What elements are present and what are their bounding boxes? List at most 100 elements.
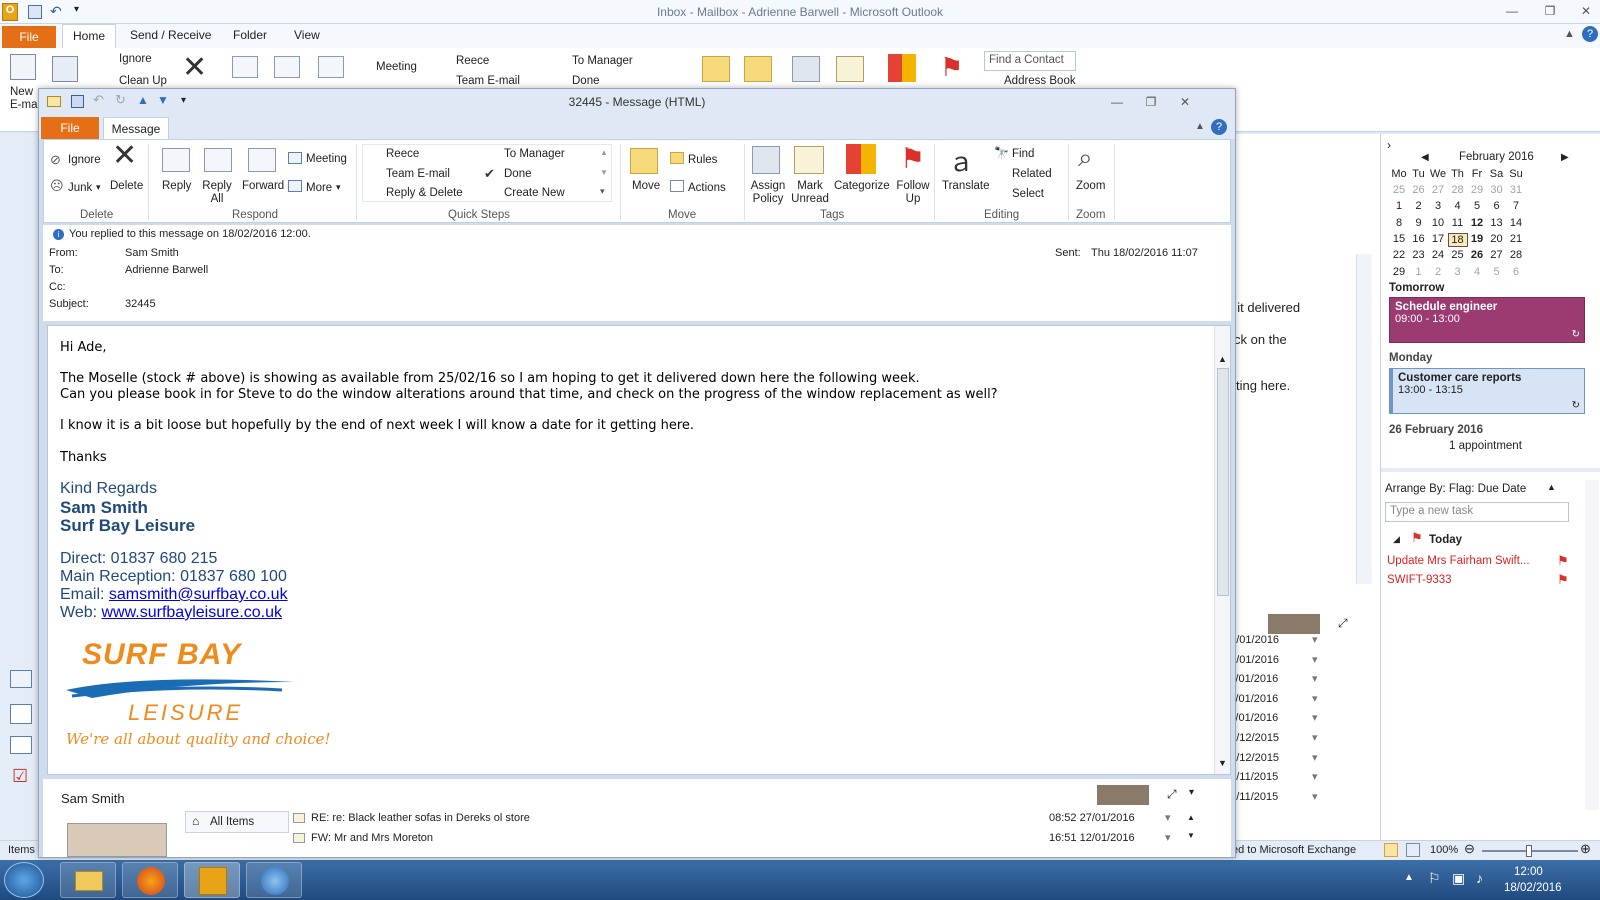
delete-x-icon[interactable]: ✕ [182,50,207,85]
calendar-day[interactable]: 22 [1389,249,1409,261]
firefox-taskbar-icon[interactable] [122,862,178,898]
clean-up-button-main[interactable]: Clean Up [119,75,167,87]
calendar-day[interactable]: 15 [1389,233,1409,245]
row-dropdown-icon[interactable]: ▾ [1312,711,1318,724]
tray-network-icon[interactable]: ▣ [1452,870,1465,887]
ie-taskbar-icon[interactable] [246,862,302,898]
calendar-day[interactable]: 1 [1409,266,1429,278]
calendar-day[interactable]: 28 [1506,249,1526,261]
translate-button[interactable]: Translate [942,180,990,192]
forward-button[interactable]: Forward [242,180,284,192]
calendar-day[interactable]: 5 [1487,266,1507,278]
qs-team-email-main[interactable]: Team E-mail [456,75,520,87]
new-email-button[interactable]: New E-ma [10,86,37,112]
rules-button[interactable]: Rules [688,154,717,166]
qs-expand-icon[interactable]: ▾ [600,186,605,197]
row-dropdown-icon[interactable]: ▾ [1165,811,1171,824]
calendar-day[interactable]: 20 [1487,233,1507,245]
mark-unread-button[interactable]: Mark Unread [790,180,830,206]
calendar-day[interactable]: 27 [1428,184,1448,196]
categorize-icon-main[interactable] [888,54,916,82]
qs-to-manager-main[interactable]: To Manager [572,55,633,67]
expand-people-icon[interactable]: ⤢ [1167,787,1177,802]
calendar-day[interactable]: 1 [1389,200,1409,212]
calendar-day[interactable]: 31 [1506,184,1526,196]
tasks-nav-icon[interactable]: ☑ [12,766,28,787]
unread-icon-main[interactable] [836,56,864,82]
help-icon[interactable]: ? [1211,119,1227,135]
calendar-day[interactable]: 9 [1409,217,1429,229]
calendar-day[interactable]: 18 [1447,232,1468,247]
actions-button[interactable]: Actions [688,182,726,194]
cal-prev-icon[interactable]: ◀ [1421,152,1429,163]
qs-create-new[interactable]: Create New [504,187,565,199]
calendar-day[interactable]: 29 [1389,266,1409,278]
calendar-day[interactable]: 28 [1448,184,1468,196]
row-dropdown-icon[interactable]: ▾ [1312,751,1318,764]
tab-folder[interactable]: Folder [233,28,267,42]
todo-scrollbar[interactable] [1585,480,1599,810]
tray-flag-icon[interactable]: ⚐ [1428,870,1441,887]
reply-button[interactable]: Reply [162,180,191,192]
row-dropdown-icon[interactable]: ▾ [1312,790,1318,803]
tab-view[interactable]: View [294,28,320,42]
reply-icon-main[interactable] [232,56,258,78]
row-dropdown-icon[interactable]: ▾ [1312,653,1318,666]
close-button[interactable]: ✕ [1576,4,1596,20]
row-dropdown-icon[interactable]: ▾ [1312,731,1318,744]
row-dropdown-icon[interactable]: ▾ [1312,633,1318,646]
cal-next-icon[interactable]: ▶ [1561,152,1569,163]
categorize-icon[interactable] [846,144,876,174]
calendar-day[interactable]: 7 [1506,200,1526,212]
collapse-people-icon[interactable]: ▾ [1189,787,1194,798]
qs-to-manager[interactable]: To Manager [504,148,565,160]
arrange-by-label[interactable]: Arrange By: Flag: Due Date [1385,483,1526,495]
email-link[interactable]: samsmith@surfbay.co.uk [109,586,288,603]
zoom-out-icon[interactable]: ⊖ [1464,841,1475,857]
calendar-day[interactable]: 26 [1409,184,1429,196]
tab-file-main[interactable]: File [2,26,56,48]
calendar-day[interactable]: 13 [1487,217,1507,229]
calendar-day[interactable]: 4 [1467,266,1487,278]
assign-policy-button[interactable]: Assign Policy [748,180,788,206]
people-scroll-down-icon[interactable]: ▼ [1187,831,1195,840]
ignore-button[interactable]: Ignore [68,154,101,166]
calendar-day[interactable]: 5 [1467,200,1487,212]
zoom-button[interactable]: Zoom [1076,180,1105,192]
ribbon-collapse-icon[interactable]: ▲ [1564,28,1575,40]
clock-time[interactable]: 12:00 [1514,866,1543,878]
calendar-day[interactable]: 4 [1448,200,1468,212]
reply-all-button[interactable]: Reply All [202,180,232,206]
calendar-day[interactable]: 23 [1409,249,1429,261]
minimize-button[interactable]: — [1502,4,1522,20]
qs-done[interactable]: Done [504,168,532,180]
tab-file[interactable]: File [41,117,99,139]
row-dropdown-icon[interactable]: ▾ [1312,770,1318,783]
row-dropdown-icon[interactable]: ▾ [1165,831,1171,844]
calendar-day[interactable]: 3 [1428,200,1448,212]
delete-button[interactable]: Delete [110,180,143,192]
calendar-day[interactable]: 8 [1389,217,1409,229]
calendar-day[interactable]: 14 [1506,217,1526,229]
forward-icon-main[interactable] [318,56,344,78]
reply-all-icon[interactable] [204,148,232,172]
junk-button[interactable]: Junk [68,182,92,194]
task-flag-icon[interactable]: ⚑ [1557,572,1569,588]
move-folder-icon[interactable] [630,148,658,174]
calendar-day[interactable]: 12 [1467,217,1487,229]
calendar-day[interactable]: 11 [1448,217,1468,229]
move-icon-main[interactable] [702,56,730,82]
contacts-nav-icon[interactable] [10,736,32,754]
qs-team-email[interactable]: Team E-mail [386,168,450,180]
delete-x-icon[interactable]: ✕ [112,138,137,173]
help-icon[interactable]: ? [1582,26,1598,42]
mark-unread-icon[interactable] [794,146,824,174]
people-item-row[interactable]: RE: re: Black leather sofas in Dereks ol… [293,811,1183,829]
address-book-button[interactable]: Address Book [1004,75,1076,87]
calendar-nav-icon[interactable] [10,704,32,724]
qs-reece-main[interactable]: Reece [456,55,489,67]
row-dropdown-icon[interactable]: ▾ [1312,692,1318,705]
meeting-button[interactable]: Meeting [306,153,347,165]
new-items-icon[interactable] [52,56,78,82]
rules-icon-main[interactable] [744,56,772,82]
